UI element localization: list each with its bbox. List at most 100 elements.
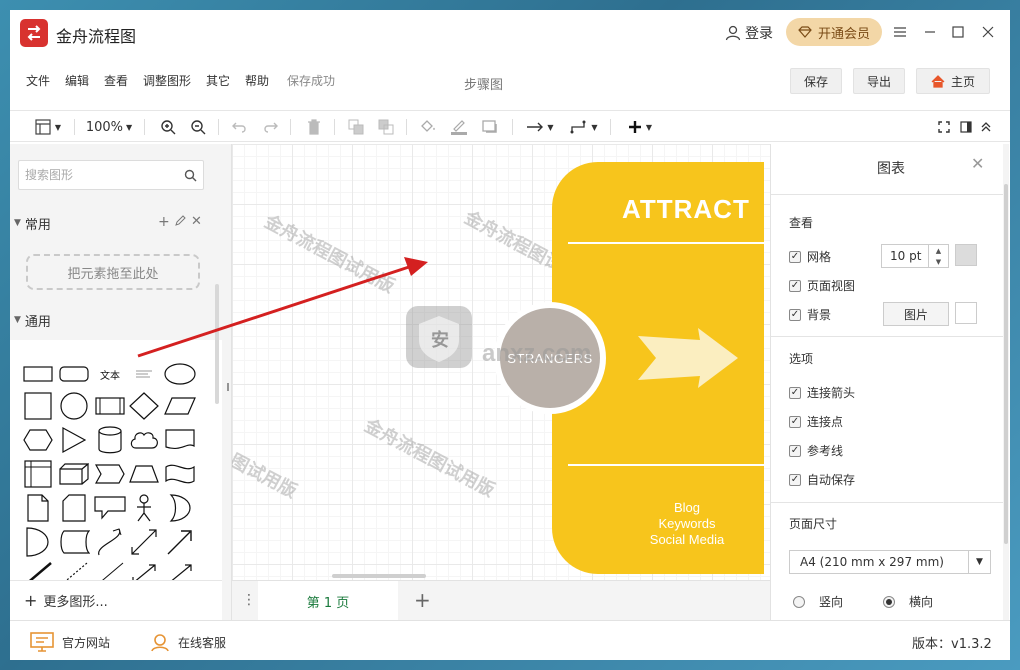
more-shapes-button[interactable]: + 更多图形... xyxy=(10,580,222,620)
insert-button[interactable]: ▼ xyxy=(622,117,658,137)
collapse-icon[interactable] xyxy=(978,117,994,137)
connect-points-checkbox[interactable]: ✓ xyxy=(789,415,801,428)
autosave-option[interactable]: ✓ 自动保存 xyxy=(789,471,855,488)
favorites-drop-zone[interactable]: 把元素拖至此处 xyxy=(26,254,200,290)
guides-checkbox[interactable]: ✓ xyxy=(789,444,801,457)
shape-tape[interactable] xyxy=(164,460,196,488)
card-title[interactable]: ATTRACT xyxy=(622,194,750,225)
fullscreen-icon[interactable] xyxy=(936,117,952,137)
page-view-checkbox[interactable]: ✓ xyxy=(789,279,801,292)
support-link[interactable]: 在线客服 xyxy=(150,632,226,652)
section-general-header[interactable]: ▼ 通用 xyxy=(10,307,222,333)
connection-style-select[interactable]: ▼ xyxy=(522,117,558,137)
shape-step[interactable] xyxy=(94,460,126,488)
close-panel-icon[interactable]: ✕ xyxy=(971,154,984,173)
card-list[interactable]: Blog Keywords Social Media xyxy=(622,500,752,548)
login-button[interactable]: 登录 xyxy=(725,23,773,43)
background-image-button[interactable]: 图片 xyxy=(883,302,949,326)
zoom-out-icon[interactable] xyxy=(188,117,208,137)
shape-text[interactable]: 文本 xyxy=(94,360,126,388)
shape-process[interactable] xyxy=(94,392,126,420)
close-icon[interactable] xyxy=(978,22,998,42)
guides-option[interactable]: ✓ 参考线 xyxy=(789,442,843,459)
to-back-icon[interactable] xyxy=(376,117,396,137)
tab-page-1[interactable]: 第 1 页 xyxy=(258,581,398,621)
to-front-icon[interactable] xyxy=(346,117,366,137)
grid-color-swatch[interactable] xyxy=(955,244,977,266)
waypoints-select[interactable]: ▼ xyxy=(566,117,602,137)
shape-dashed-line[interactable] xyxy=(58,560,90,580)
shape-circle[interactable] xyxy=(58,392,90,420)
canvas-horizontal-scrollbar[interactable] xyxy=(332,574,426,578)
add-page-icon[interactable]: + xyxy=(414,588,431,612)
shape-or[interactable] xyxy=(164,494,196,522)
chevron-down-icon[interactable]: ▼ xyxy=(968,551,990,573)
zoom-select[interactable]: 100% ▼ xyxy=(84,117,134,137)
fill-color-icon[interactable] xyxy=(418,117,438,137)
edit-icon[interactable] xyxy=(174,215,186,231)
home-button[interactable]: 主页 xyxy=(916,68,990,94)
shape-search-input[interactable] xyxy=(25,168,175,182)
menu-icon[interactable] xyxy=(890,22,910,42)
shape-parallelogram[interactable] xyxy=(164,392,196,420)
background-checkbox[interactable]: ✓ xyxy=(789,308,801,321)
splitter-grip-icon[interactable]: ‖ xyxy=(226,382,230,391)
panel-toggle-icon[interactable] xyxy=(958,117,974,137)
website-link[interactable]: 官方网站 xyxy=(30,632,110,652)
shape-rectangle[interactable] xyxy=(22,360,54,388)
shape-rounded-rectangle[interactable] xyxy=(58,360,90,388)
menu-other[interactable]: 其它 xyxy=(206,72,230,89)
stepper-arrows[interactable]: ▲ ▼ xyxy=(928,245,948,267)
autosave-checkbox[interactable]: ✓ xyxy=(789,473,801,486)
chevron-arrow-shape[interactable] xyxy=(634,328,738,388)
shape-ellipse[interactable] xyxy=(164,360,196,388)
remove-icon[interactable]: ✕ xyxy=(191,214,202,229)
shape-square[interactable] xyxy=(22,392,54,420)
shape-triangle[interactable] xyxy=(58,426,90,454)
minimize-icon[interactable] xyxy=(920,22,940,42)
shape-line[interactable] xyxy=(22,560,54,580)
landscape-option[interactable]: 横向 xyxy=(883,593,933,610)
vip-button[interactable]: 开通会员 xyxy=(786,18,882,46)
shape-curve[interactable] xyxy=(94,528,126,556)
page-view-option[interactable]: ✓ 页面视图 xyxy=(789,277,855,294)
connect-arrows-checkbox[interactable]: ✓ xyxy=(789,386,801,399)
shape-delay[interactable] xyxy=(22,527,54,557)
format-panel-scrollbar[interactable] xyxy=(1003,144,1009,620)
grid-checkbox[interactable]: ✓ xyxy=(789,250,801,263)
shape-data-storage[interactable] xyxy=(58,528,90,556)
shape-trapezoid[interactable] xyxy=(128,460,160,488)
shape-double-arrow-line[interactable] xyxy=(128,560,160,580)
add-icon[interactable]: + xyxy=(158,214,170,230)
shape-diamond[interactable] xyxy=(128,392,160,420)
format-panel-toggle[interactable]: ▼ xyxy=(30,117,66,137)
undo-icon[interactable] xyxy=(230,117,250,137)
shape-hexagon[interactable] xyxy=(22,426,54,454)
portrait-option[interactable]: 竖向 xyxy=(793,593,843,610)
shape-actor[interactable] xyxy=(128,494,160,522)
background-color-swatch[interactable] xyxy=(955,302,977,324)
shape-textbox[interactable] xyxy=(128,360,160,388)
maximize-icon[interactable] xyxy=(948,22,968,42)
shape-cylinder[interactable] xyxy=(94,426,126,454)
menu-help[interactable]: 帮助 xyxy=(245,72,269,89)
menu-view[interactable]: 查看 xyxy=(104,72,128,89)
shape-document[interactable] xyxy=(164,426,196,454)
grid-size-stepper[interactable]: 10 pt ▲ ▼ xyxy=(881,244,949,268)
zoom-in-icon[interactable] xyxy=(158,117,178,137)
connect-arrows-option[interactable]: ✓ 连接箭头 xyxy=(789,384,855,401)
shadow-icon[interactable] xyxy=(480,117,500,137)
save-button[interactable]: 保存 xyxy=(790,68,842,94)
document-title[interactable]: 步骤图 xyxy=(464,74,503,93)
delete-icon[interactable] xyxy=(304,117,324,137)
shape-bidirectional-arrow[interactable] xyxy=(128,528,160,556)
portrait-radio[interactable] xyxy=(793,595,805,608)
menu-edit[interactable]: 编辑 xyxy=(65,72,89,89)
background-option[interactable]: ✓ 背景 xyxy=(789,306,831,323)
shape-thin-line[interactable] xyxy=(94,560,126,580)
shape-panel-scrollbar[interactable] xyxy=(215,284,219,404)
shape-note[interactable] xyxy=(22,494,54,522)
shape-arrow-line[interactable] xyxy=(164,560,196,580)
shape-cloud[interactable] xyxy=(128,426,160,454)
menu-file[interactable]: 文件 xyxy=(26,72,50,89)
